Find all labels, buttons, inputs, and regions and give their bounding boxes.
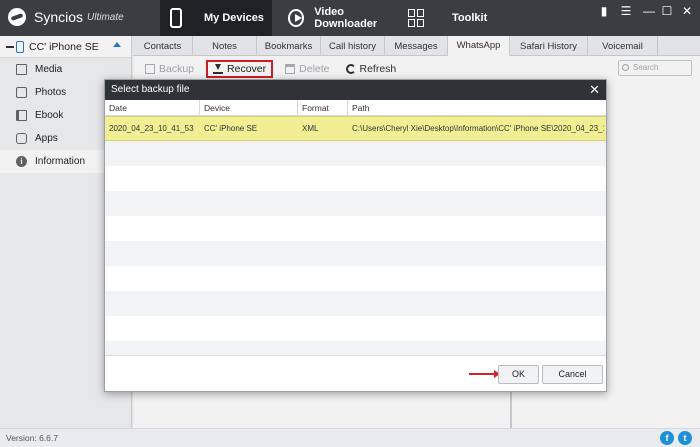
syncios-logo-icon xyxy=(8,8,26,26)
backup-list: 2020_04_23_10_41_53 CC' iPhone SE XML C:… xyxy=(105,116,606,374)
cell-device: CC' iPhone SE xyxy=(204,124,258,133)
status-bar: Version: 6.6.7 f t xyxy=(0,428,700,447)
nav-tab-label: My Devices xyxy=(204,12,264,24)
close-icon[interactable]: ✕ xyxy=(589,80,600,100)
nav-tab-video-downloader[interactable]: Video Downloader xyxy=(288,0,398,36)
empty-row xyxy=(105,316,606,341)
ok-button[interactable]: OK xyxy=(498,365,539,384)
empty-row xyxy=(105,291,606,316)
top-bar: Syncios Ultimate My Devices Video Downlo… xyxy=(0,0,700,36)
dialog-header: Select backup file ✕ xyxy=(105,80,606,100)
nav-tab-toolkit[interactable]: Toolkit xyxy=(408,0,488,36)
dialog-footer: OK xyxy=(105,355,606,391)
column-header-path[interactable]: Path xyxy=(348,100,606,116)
column-header-date[interactable]: Date xyxy=(105,100,200,116)
empty-row xyxy=(105,166,606,191)
cell-date: 2020_04_23_10_41_53 xyxy=(109,124,194,133)
nav-tab-label: Video Downloader xyxy=(314,6,378,30)
empty-row xyxy=(105,191,606,216)
maximize-icon[interactable]: ☐ xyxy=(656,0,678,22)
empty-row xyxy=(105,241,606,266)
cell-path: C:\Users\Cheryl Xie\Desktop\Information\… xyxy=(352,124,604,133)
app-name: Syncios xyxy=(34,9,84,25)
pointer-arrow-icon xyxy=(469,370,500,378)
nav-tab-my-devices[interactable]: My Devices xyxy=(160,0,272,36)
select-backup-dialog: Select backup file ✕ Date Device Format … xyxy=(104,79,607,392)
dialog-title: Select backup file xyxy=(111,84,190,95)
cancel-button[interactable]: Cancel xyxy=(542,365,603,384)
nav-tab-label: Toolkit xyxy=(452,12,488,24)
empty-row xyxy=(105,216,606,241)
column-header-format[interactable]: Format xyxy=(298,100,348,116)
cell-format: XML xyxy=(302,124,319,133)
toolkit-icon xyxy=(408,9,424,27)
twitter-icon[interactable]: t xyxy=(678,431,692,445)
table-header: Date Device Format Path xyxy=(105,100,606,116)
version-text: Version: 6.6.7 xyxy=(6,433,58,443)
table-row[interactable]: 2020_04_23_10_41_53 CC' iPhone SE XML C:… xyxy=(105,116,606,141)
empty-row xyxy=(105,141,606,166)
play-icon xyxy=(288,9,305,27)
menu-icon[interactable]: ☰ xyxy=(615,0,637,22)
close-icon[interactable]: ✕ xyxy=(676,0,698,22)
app-edition: Ultimate xyxy=(87,11,124,23)
app-logo: Syncios Ultimate xyxy=(8,8,124,26)
facebook-icon[interactable]: f xyxy=(660,431,674,445)
column-header-device[interactable]: Device xyxy=(200,100,298,116)
chat-icon[interactable]: ▮ xyxy=(593,0,615,22)
empty-row xyxy=(105,266,606,291)
phone-icon xyxy=(170,8,182,28)
